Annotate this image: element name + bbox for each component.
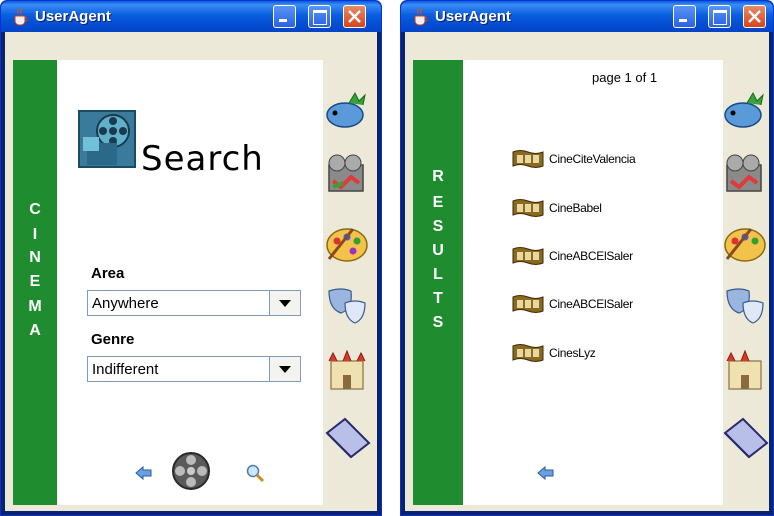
chevron-down-icon	[279, 366, 291, 373]
area-dropdown[interactable]: Anywhere	[87, 290, 301, 316]
window-client-area: R E S U L T S	[405, 32, 769, 511]
result-item[interactable]: CinesLyz	[512, 342, 596, 366]
film-camera-icon[interactable]	[721, 151, 769, 199]
title-bar[interactable]: UserAgent	[401, 1, 773, 32]
film-reel-icon[interactable]	[171, 451, 211, 491]
vertical-letter: S	[432, 314, 444, 331]
result-label: CineABCElSaler	[549, 249, 633, 263]
vertical-letter: T	[433, 290, 443, 307]
result-label: CineBabel	[549, 201, 602, 215]
close-icon	[748, 10, 761, 23]
film-strip-icon	[512, 199, 544, 217]
vertical-letter: A	[29, 322, 41, 339]
vertical-letter: U	[432, 242, 444, 259]
vertical-letter: E	[29, 273, 41, 290]
film-camera-icon[interactable]	[323, 151, 371, 199]
folder-icon[interactable]	[721, 413, 769, 461]
genre-dropdown-button[interactable]	[269, 357, 300, 381]
window-client-area: C I N E M A	[5, 32, 377, 511]
java-cup-icon	[14, 8, 28, 26]
vertical-letter: L	[433, 266, 443, 283]
main-panel: C I N E M A	[13, 60, 323, 505]
useragent-window-cinema: UserAgent C I N E M A Search Area Anywhe…	[0, 0, 382, 516]
result-item[interactable]: CineBabel	[512, 197, 602, 221]
window-title: UserAgent	[435, 8, 511, 25]
minimize-button[interactable]	[273, 5, 296, 28]
result-item[interactable]: CineABCElSaler	[512, 293, 633, 317]
vertical-letter: E	[432, 194, 444, 211]
window-title: UserAgent	[35, 8, 111, 25]
result-label: CineABCElSaler	[549, 297, 633, 311]
minimize-button[interactable]	[673, 5, 696, 28]
fish-icon[interactable]	[721, 85, 769, 133]
back-arrow-icon[interactable]	[134, 463, 154, 483]
fish-icon[interactable]	[323, 85, 371, 133]
film-reel-camera-icon	[78, 110, 136, 168]
vertical-letter: N	[29, 249, 41, 266]
film-strip-icon	[512, 295, 544, 313]
folder-icon[interactable]	[323, 413, 371, 461]
vertical-section-bar: R E S U L T S	[413, 60, 463, 505]
magnifier-icon[interactable]	[245, 463, 265, 483]
area-dropdown-button[interactable]	[269, 291, 300, 315]
java-cup-icon	[414, 8, 428, 26]
genre-selected-value: Indifferent	[92, 361, 159, 378]
maximize-button[interactable]	[708, 5, 731, 28]
area-label: Area	[91, 265, 125, 282]
back-arrow-icon[interactable]	[536, 463, 556, 483]
vertical-section-bar: C I N E M A	[13, 60, 57, 505]
results-panel: R E S U L T S	[413, 60, 723, 505]
result-item[interactable]: CineCiteValencia	[512, 148, 636, 172]
page-indicator: page 1 of 1	[592, 70, 658, 85]
title-bar[interactable]: UserAgent	[1, 1, 381, 32]
vertical-letter: M	[28, 298, 42, 315]
area-selected-value: Anywhere	[92, 295, 159, 312]
theater-masks-icon[interactable]	[721, 281, 769, 329]
result-item[interactable]: CineABCElSaler	[512, 245, 633, 269]
vertical-letter: S	[432, 218, 444, 235]
genre-dropdown[interactable]: Indifferent	[87, 356, 301, 382]
vertical-letter: R	[432, 168, 444, 185]
close-icon	[348, 10, 361, 23]
castle-icon[interactable]	[721, 345, 769, 393]
close-button[interactable]	[343, 5, 366, 28]
chevron-down-icon	[279, 300, 291, 307]
film-strip-icon	[512, 150, 544, 168]
castle-icon[interactable]	[323, 345, 371, 393]
search-title: Search	[141, 139, 264, 179]
palette-icon[interactable]	[721, 219, 769, 267]
film-strip-icon	[512, 344, 544, 362]
result-label: CineCiteValencia	[549, 152, 636, 166]
theater-masks-icon[interactable]	[323, 281, 371, 329]
palette-icon[interactable]	[323, 219, 371, 267]
vertical-letter: I	[32, 226, 38, 243]
close-button[interactable]	[743, 5, 766, 28]
genre-label: Genre	[91, 331, 135, 348]
result-label: CinesLyz	[549, 346, 596, 360]
maximize-button[interactable]	[308, 5, 331, 28]
film-strip-icon	[512, 247, 544, 265]
vertical-letter: C	[29, 201, 41, 218]
